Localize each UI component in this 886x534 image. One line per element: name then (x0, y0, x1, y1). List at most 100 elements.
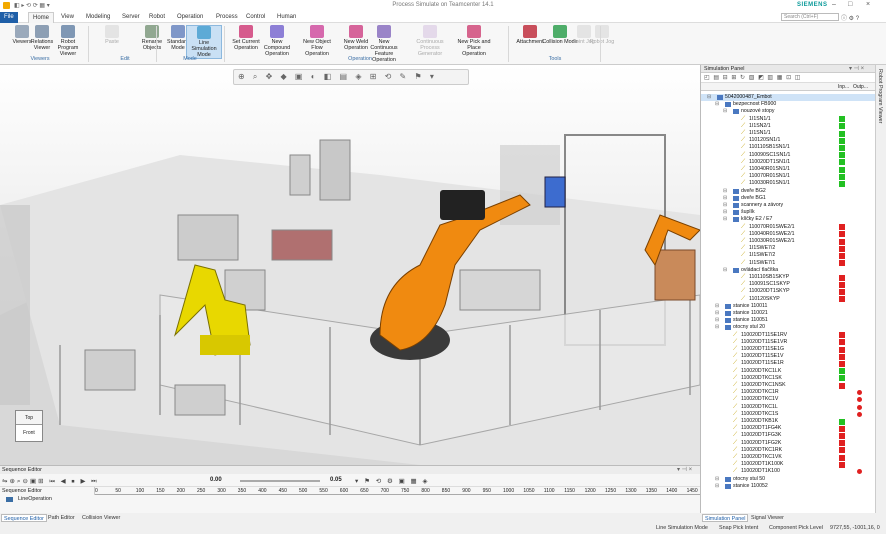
input-state-indicator[interactable] (839, 332, 845, 339)
tree-row[interactable]: ⟋ 110020DTKC1VK (701, 454, 876, 461)
input-state-indicator[interactable] (839, 137, 845, 144)
expand-toggle-icon[interactable]: ⊟ (715, 483, 719, 490)
tree-row[interactable]: ⟋ 110020DT1K100 (701, 468, 876, 475)
input-state-indicator[interactable] (839, 224, 845, 231)
tree-row[interactable]: ⊟ stanice 110052 (701, 483, 876, 490)
status-pick[interactable]: Component Pick Level (769, 525, 823, 531)
tree-row[interactable]: ⊟ ovládací tlačítka (701, 267, 876, 274)
expand-toggle-icon[interactable]: ⊟ (723, 267, 727, 274)
input-state-indicator[interactable] (839, 274, 845, 281)
expand-toggle-icon[interactable]: ⊟ (715, 101, 719, 108)
sequence-tool-icons[interactable]: ⇋⊕⌕⊖▣⊞ ⏮ ◀ ⏹ ▶ ⏭ (2, 477, 99, 486)
tab-view[interactable]: View (57, 12, 78, 23)
tree-row[interactable]: ⟋ 110020DTKC1V (701, 396, 876, 403)
expand-toggle-icon[interactable]: ⊟ (715, 310, 719, 317)
tree-row[interactable]: ⊟ otocny stul 50 (701, 476, 876, 483)
tree-row[interactable]: ⟋ 110020DT11SE1G (701, 346, 876, 353)
tree-row[interactable]: ⟋ 110110SB1SKYP (701, 274, 876, 281)
input-state-indicator[interactable] (839, 454, 845, 461)
tree-row[interactable]: ⟋ 110020DT11SE1VR (701, 339, 876, 346)
tree-row[interactable]: ⟋ 110030R01SWE2/1 (701, 238, 876, 245)
sequence-row[interactable]: LineOperation (2, 496, 95, 503)
tree-row[interactable]: ⊟ 5042000487_Embot (701, 94, 876, 102)
bottom-tab-left[interactable]: Path Editor (46, 514, 77, 522)
tree-row[interactable]: ⟋ 1I1SN2/1 (701, 123, 876, 130)
input-state-indicator[interactable] (839, 296, 845, 303)
tab-control[interactable]: Control (242, 12, 269, 23)
tree-row[interactable]: ⟋ 110091SC1SKYP (701, 281, 876, 288)
search-input[interactable]: Search (Ctrl+F) (781, 13, 839, 21)
expand-toggle-icon[interactable]: ⊟ (715, 317, 719, 324)
tree-row[interactable]: ⟋ 110030R01SN1/1 (701, 180, 876, 187)
tree-row[interactable]: ⟋ 110020DTKC1NSK (701, 382, 876, 389)
tree-row[interactable]: ⟋ 1I1SN1/1 (701, 130, 876, 137)
tree-row[interactable]: ⊟ stanice 110051 (701, 317, 876, 324)
maximize-button[interactable]: □ (848, 1, 852, 8)
tree-row[interactable]: ⊟ bezpecnost FB900 (701, 101, 876, 108)
expand-toggle-icon[interactable]: ⊟ (715, 324, 719, 331)
input-state-indicator[interactable] (839, 432, 845, 439)
input-state-indicator[interactable] (839, 288, 845, 295)
input-state-indicator[interactable] (839, 281, 845, 288)
tree-row[interactable]: ⟋ 110020DT1FG2K (701, 440, 876, 447)
input-state-indicator[interactable] (839, 130, 845, 137)
tree-row[interactable]: ⟋ 110070R01SN1/1 (701, 173, 876, 180)
tree-row[interactable]: ⊟ nouzové stopy (701, 108, 876, 115)
tree-row[interactable]: ⟋ 1I1SWE7/2 (701, 245, 876, 252)
input-state-indicator[interactable] (839, 173, 845, 180)
tree-row[interactable]: ⊟ scannery a závory (701, 202, 876, 209)
input-state-indicator[interactable] (839, 375, 845, 382)
input-state-indicator[interactable] (839, 238, 845, 245)
tree-row[interactable]: ⊟ dveře BG2 (701, 188, 876, 195)
expand-toggle-icon[interactable]: ⊟ (715, 303, 719, 310)
input-state-indicator[interactable] (839, 180, 845, 187)
step-display[interactable]: 0.05 (330, 477, 342, 483)
tab-robot[interactable]: Robot (145, 12, 169, 23)
input-state-indicator[interactable] (839, 368, 845, 375)
tree-row[interactable]: ⟋ 110020DTKC1S (701, 411, 876, 418)
tab-modeling[interactable]: Modeling (82, 12, 114, 23)
tree-row[interactable]: ⟋ 110020DTKC1SK (701, 375, 876, 382)
input-state-indicator[interactable] (839, 252, 845, 259)
viewer-tool-icons[interactable]: ⊕ ⌕ ✥ ◆ ▣ ◐ ◧ ▤ ◈ ⊞ ⟲ ✎ ⚑ ▾ (238, 72, 437, 82)
sequence-extra-icons[interactable]: ▾ ⚑ ⟲ ⚙ ▣ ▦ ◈ (355, 477, 429, 485)
close-button[interactable]: × (866, 1, 870, 8)
tree-row[interactable]: ⊟ klíčky E2 / E7 (701, 216, 876, 223)
tree-row[interactable]: ⟋ 110020DT1FG4K (701, 425, 876, 432)
tab-human[interactable]: Human (273, 12, 300, 23)
tree-row[interactable]: ⊟ šuplík (701, 209, 876, 216)
tree-row[interactable]: ⟋ 110020DT1FG3K (701, 432, 876, 439)
tree-row[interactable]: ⟋ 110020DTKB1K (701, 418, 876, 425)
input-state-indicator[interactable] (839, 260, 845, 267)
input-state-indicator[interactable] (839, 353, 845, 360)
input-state-indicator[interactable] (839, 440, 845, 447)
expand-toggle-icon[interactable]: ⊟ (723, 108, 727, 115)
expand-toggle-icon[interactable]: ⊟ (723, 188, 727, 195)
tree-row[interactable]: ⟋ 110090SC1SN1/1 (701, 152, 876, 159)
view-cube[interactable]: Top Front (15, 410, 43, 442)
tree-row[interactable]: ⟋ 110040R01SWE2/1 (701, 231, 876, 238)
output-state-indicator[interactable] (857, 469, 862, 475)
tree-row[interactable]: ⟋ 110020DT1SKYP (701, 288, 876, 295)
input-state-indicator[interactable] (839, 382, 845, 389)
input-state-indicator[interactable] (839, 245, 845, 252)
expand-toggle-icon[interactable]: ⊟ (715, 476, 719, 483)
output-state-indicator[interactable] (857, 404, 862, 410)
tree-row[interactable]: ⟋ 110120SKYP (701, 296, 876, 303)
panel-pin-icon[interactable]: ▾ ⊣ × (849, 65, 864, 72)
timeline-ruler[interactable]: 0 50 100 150 200 250 300 350 400 450 500 550 600 650 7… (95, 487, 700, 495)
tree-row[interactable]: ⟋ 110070R01SWE2/1 (701, 224, 876, 231)
input-state-indicator[interactable] (839, 461, 845, 468)
tab-home[interactable]: Home (28, 12, 55, 23)
input-state-indicator[interactable] (839, 116, 845, 123)
ribbon-button-2[interactable]: Robot Program Viewer (50, 25, 86, 57)
tree-row[interactable]: ⊟ stanice 110021 (701, 310, 876, 317)
view-cube-top[interactable]: Top (16, 411, 42, 425)
expand-toggle-icon[interactable]: ⊟ (723, 216, 727, 223)
input-state-indicator[interactable] (839, 339, 845, 346)
expand-toggle-icon[interactable]: ⊟ (707, 94, 711, 101)
tree-row[interactable]: ⟋ 1I1SWE7/1 (701, 260, 876, 267)
tree-row[interactable]: ⟋ 110020DT11SE1V (701, 353, 876, 360)
tree-row[interactable]: ⊟ otocny stul 20 (701, 324, 876, 331)
expand-toggle-icon[interactable]: ⊟ (723, 209, 727, 216)
